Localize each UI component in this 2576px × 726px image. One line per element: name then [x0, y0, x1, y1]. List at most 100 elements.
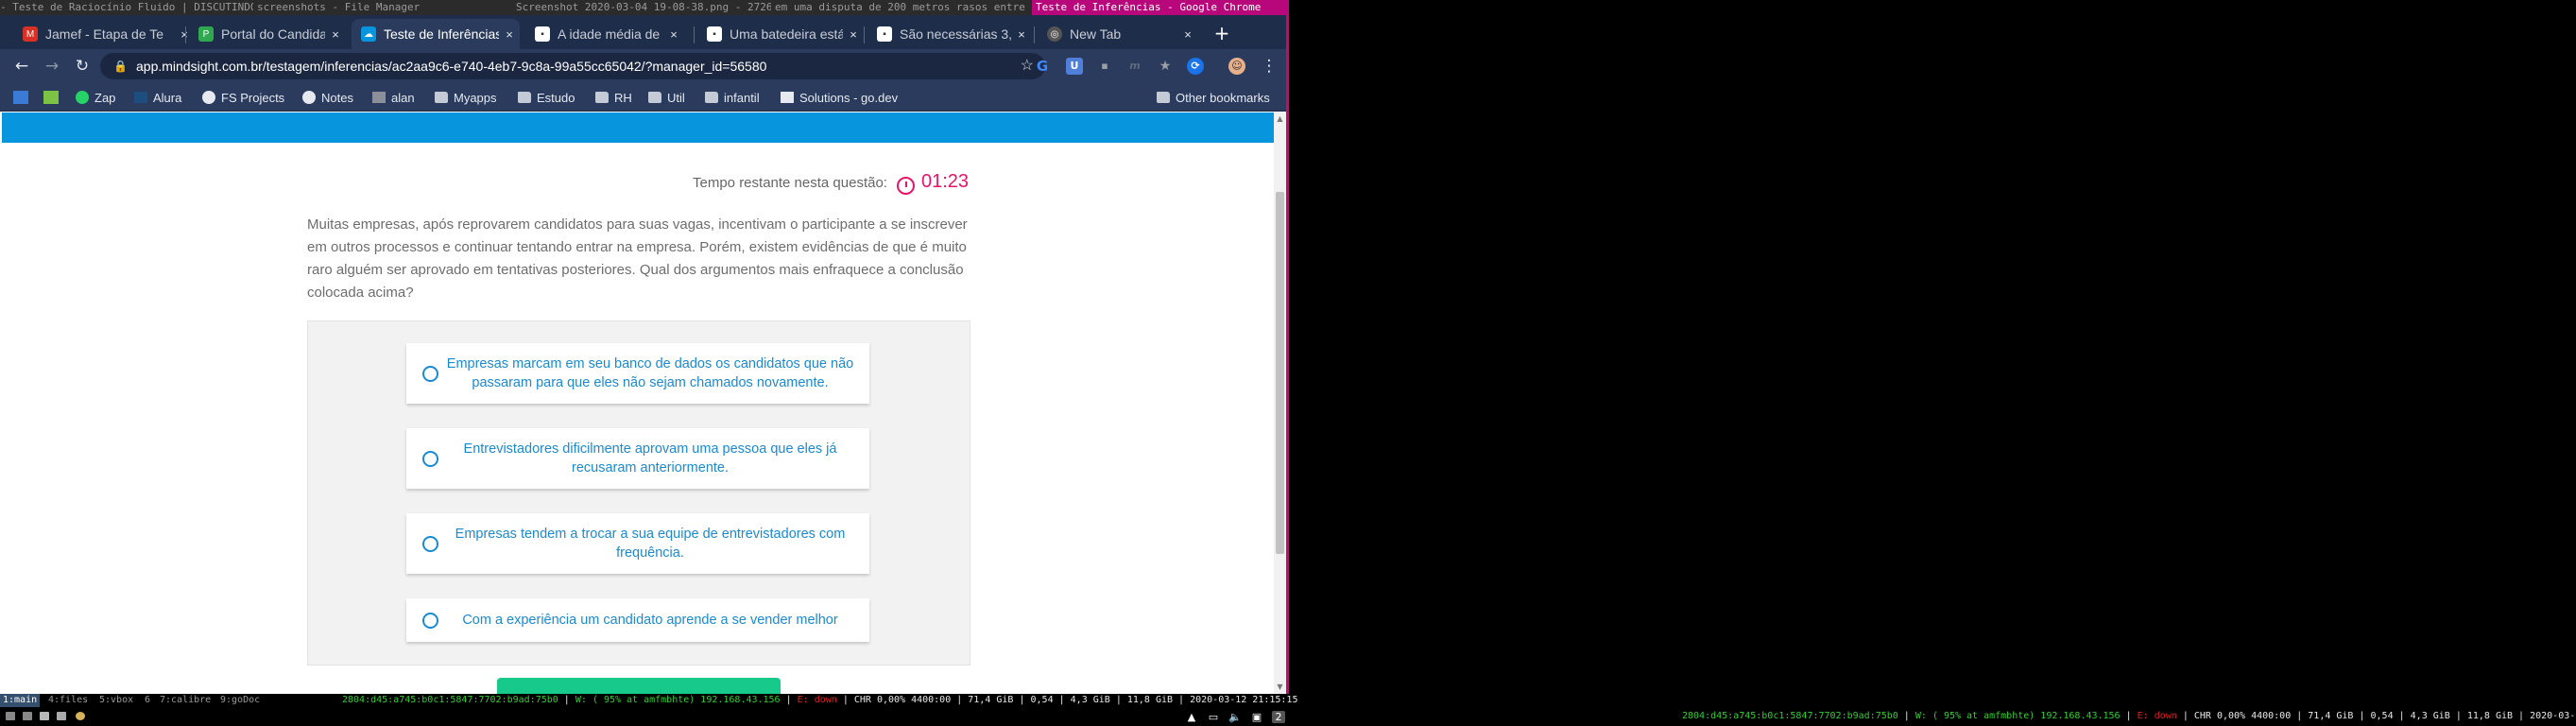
bookmark-solutions-go-dev[interactable]: Solutions - go.dev	[781, 83, 898, 112]
scroll-down-arrow-icon[interactable]: ▼	[1276, 683, 1284, 692]
answer-option-2[interactable]: Entrevistadores dificilmente aprovam uma…	[406, 428, 869, 489]
url-text[interactable]: app.mindsight.com.br/testagem/inferencia…	[136, 59, 766, 74]
address-bar[interactable]: 🔒 app.mindsight.com.br/testagem/inferenc…	[100, 53, 1045, 79]
close-icon[interactable]: ×	[663, 27, 684, 42]
image-icon	[372, 92, 386, 103]
answer-option-text[interactable]: Entrevistadores dificilmente aprovam uma…	[442, 440, 858, 477]
workspace-files[interactable]: 4:files	[45, 694, 91, 707]
other-bookmarks[interactable]: Other bookmarks	[1157, 83, 1270, 112]
menu-button[interactable]: ⋮	[1259, 56, 1279, 77]
scrollbar-thumb[interactable]	[1276, 192, 1284, 554]
window-title-raciocinio[interactable]: - Teste de Raciocínio Fluido | DISCUTIND…	[0, 1, 253, 13]
tab-necessarias[interactable]: ▪ São necessárias 3,2 ×	[867, 19, 1032, 49]
i3-status-bar-second-monitor: 2804:d45:a745:b0c1:5847:7702:b9ad:75b0 |…	[1289, 707, 2576, 726]
submit-button[interactable]	[497, 678, 781, 694]
workspace-6[interactable]: 6	[142, 694, 153, 707]
display-icon[interactable]: ▣	[1250, 711, 1263, 723]
active-window-title[interactable]: Teste de Inferências - Google Chrome	[1032, 0, 1289, 15]
doc-icon: ▪	[707, 26, 722, 42]
shield-ext-icon[interactable]: U	[1066, 58, 1083, 75]
star-ext-icon[interactable]: ★	[1157, 58, 1174, 75]
puzzle-ext-icon[interactable]: ▪	[1096, 58, 1113, 75]
close-icon[interactable]: ×	[1177, 27, 1198, 42]
answer-option-1[interactable]: Empresas marcam em seu banco de dados os…	[406, 343, 869, 404]
bookmark-bv[interactable]	[13, 83, 34, 112]
answer-option-3[interactable]: Empresas tendem a trocar a sua equipe de…	[406, 513, 869, 574]
chrome-icon: ◎	[1047, 26, 1062, 42]
tab-batedeira[interactable]: ▪ Uma batedeira está ×	[697, 19, 864, 49]
radio-button-icon[interactable]	[422, 365, 438, 382]
page-scrollbar[interactable]: ▲ ▼	[1274, 112, 1286, 694]
answer-option-text[interactable]: Com a experiência um candidato aprende a…	[442, 611, 858, 630]
bookmark-folder-infantil[interactable]: infantil	[705, 83, 760, 112]
workspace-godoc[interactable]: 9:goDoc	[217, 694, 263, 707]
page-viewport: Tempo restante nesta questão: 01:23 Muit…	[0, 112, 1274, 694]
scroll-up-arrow-icon[interactable]: ▲	[1276, 114, 1284, 124]
badge-2-icon[interactable]: 2	[1272, 710, 1285, 723]
m-ext-icon[interactable]: m	[1126, 58, 1143, 75]
volume-icon[interactable]: 🔈	[1228, 711, 1242, 723]
tab-separator	[1034, 26, 1035, 43]
monitor-icon[interactable]: ▭	[1207, 711, 1220, 723]
answer-option-4[interactable]: Com a experiência um candidato aprende a…	[406, 598, 869, 642]
close-icon[interactable]: ×	[843, 27, 864, 42]
sync-ext-icon[interactable]: ⟳	[1187, 58, 1204, 75]
radio-button-icon[interactable]	[422, 612, 438, 629]
tab-new-tab[interactable]: ◎ New Tab ×	[1038, 19, 1198, 49]
app-icon[interactable]	[23, 712, 32, 720]
ipv6-address: 2804:d45:a745:b0c1:5847:7702:b9ad:75b0	[1682, 711, 1898, 721]
system-tray: ▲ ▭ 🔈 ▣ 2	[1087, 707, 1289, 726]
app-icon[interactable]	[57, 712, 66, 720]
back-button[interactable]: ←	[11, 56, 32, 77]
tab-idade-media[interactable]: ▪ A idade média de P ×	[525, 19, 684, 49]
workspace-main[interactable]: 1:main	[0, 694, 41, 707]
bookmark-notes[interactable]: Notes	[302, 83, 353, 112]
radio-button-icon[interactable]	[422, 450, 438, 467]
app-icon[interactable]	[6, 712, 15, 720]
radio-button-icon[interactable]	[422, 535, 438, 552]
bookmark-folder-util[interactable]: Util	[648, 83, 685, 112]
flag-icon[interactable]: ▲	[1185, 711, 1198, 723]
new-tab-button[interactable]: +	[1211, 23, 1232, 43]
tab-title: São necessárias 3,2	[900, 26, 1011, 42]
google-icon[interactable]: G	[1034, 58, 1051, 75]
folder-icon	[595, 92, 609, 103]
bookmark-folder-myapps[interactable]: Myapps	[435, 83, 497, 112]
workspace-vbox[interactable]: 5:vbox	[96, 694, 136, 707]
tab-title: Teste de Inferências	[384, 26, 499, 42]
profile-avatar-icon[interactable]: ☺	[1228, 58, 1245, 75]
tab-teste-inferencias[interactable]: ☁ Teste de Inferências ×	[352, 19, 520, 49]
folder-icon	[518, 92, 531, 103]
bookmarks-bar: Zap Alura FS Projects Notes alan Myapps	[0, 83, 1286, 112]
app-icon[interactable]	[40, 712, 49, 720]
alura-icon	[134, 92, 147, 103]
answer-option-text[interactable]: Empresas tendem a trocar a sua equipe de…	[442, 525, 858, 562]
chrome-taskbar-icon[interactable]	[76, 712, 85, 720]
bookmark-zap[interactable]: Zap	[76, 83, 115, 112]
reload-button[interactable]: ↻	[72, 56, 93, 77]
bookmark-fs-projects[interactable]: FS Projects	[202, 83, 284, 112]
close-icon[interactable]: ×	[499, 27, 520, 42]
page-header-bar	[2, 112, 1274, 143]
tab-portal[interactable]: P Portal do Candidat ×	[189, 19, 346, 49]
bookmark-star-icon[interactable]: ☆	[1021, 53, 1034, 79]
tab-title: Jamef - Etapa de Te	[45, 26, 164, 42]
bookmark-alura[interactable]: Alura	[134, 83, 181, 112]
window-title-disputa[interactable]: em uma disputa de 200 metros rasos entre…	[775, 1, 1030, 13]
bookmark-dd[interactable]	[43, 83, 64, 112]
close-icon[interactable]: ×	[325, 27, 346, 42]
forward-button[interactable]: →	[42, 56, 62, 77]
bookmark-folder-rh[interactable]: RH	[595, 83, 632, 112]
window-title-file-manager[interactable]: screenshots - File Manager	[257, 1, 437, 13]
lock-icon[interactable]: 🔒	[113, 53, 128, 79]
window-title-bar: - Teste de Raciocínio Fluido | DISCUTIND…	[0, 0, 1032, 15]
close-icon[interactable]: ×	[1011, 27, 1032, 42]
workspace-calibre[interactable]: 7:calibre	[157, 694, 214, 707]
tab-title: A idade média de P	[558, 26, 663, 42]
bookmark-alan[interactable]: alan	[372, 83, 415, 112]
bookmark-folder-estudo[interactable]: Estudo	[518, 83, 575, 112]
answer-option-text[interactable]: Empresas marcam em seu banco de dados os…	[442, 354, 858, 392]
tab-jamef[interactable]: M Jamef - Etapa de Te ×	[13, 19, 195, 49]
window-title-screenshot[interactable]: Screenshot 2020-03-04 19-08-38.png - 272…	[516, 1, 771, 13]
timer-label: Tempo restante nesta questão:	[693, 175, 887, 191]
